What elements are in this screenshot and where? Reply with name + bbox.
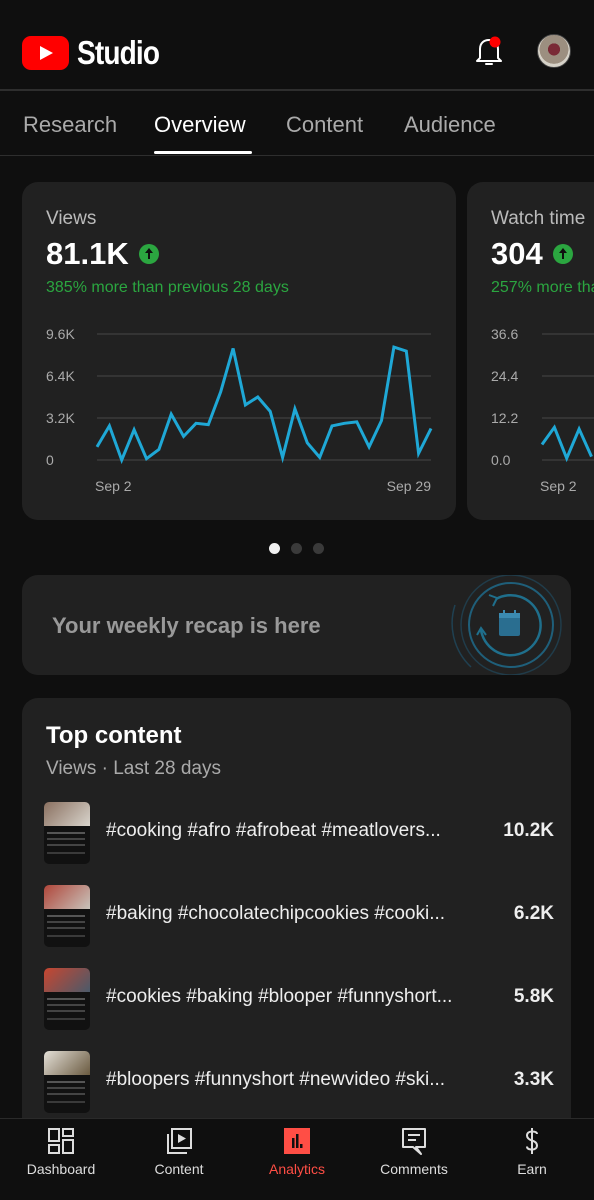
top-content-item[interactable]: #cooking #afro #afrobeat #meatlovers... … bbox=[44, 802, 554, 864]
y-tick-label: 6.4K bbox=[46, 368, 75, 384]
x-tick-label: Sep 2 bbox=[95, 478, 132, 494]
logo-text: Studio bbox=[77, 34, 160, 71]
active-tab-indicator bbox=[154, 151, 252, 154]
tab-content[interactable]: Content bbox=[286, 112, 363, 138]
video-title: #cooking #afro #afrobeat #meatlovers... bbox=[106, 820, 441, 841]
bottom-navigation: Dashboard Content Analytics Comments Ear… bbox=[0, 1118, 594, 1200]
recap-text: Your weekly recap is here bbox=[52, 613, 321, 638]
video-title: #cookies #baking #blooper #funnyshort... bbox=[106, 986, 453, 1007]
watch-time-line-chart: 0.0 12.2 24.4 36.6 Sep 2 bbox=[491, 326, 594, 494]
carousel-dot[interactable] bbox=[269, 543, 280, 554]
x-tick-label: Sep 2 bbox=[540, 478, 577, 494]
nav-analytics[interactable]: Analytics bbox=[242, 1127, 352, 1177]
nav-dashboard[interactable]: Dashboard bbox=[6, 1127, 116, 1177]
carousel-pagination bbox=[269, 543, 324, 554]
series-line bbox=[95, 345, 433, 465]
dashboard-icon bbox=[48, 1128, 74, 1154]
video-views: 5.8K bbox=[513, 986, 554, 1007]
account-avatar[interactable] bbox=[537, 34, 571, 68]
top-content-item[interactable]: #baking #chocolatechipcookies #cooki... … bbox=[44, 885, 554, 947]
video-thumbnail bbox=[44, 802, 90, 864]
tab-overview[interactable]: Overview bbox=[154, 112, 246, 138]
dollar-icon bbox=[525, 1128, 539, 1154]
tab-research[interactable]: Research bbox=[23, 112, 117, 138]
top-content-item[interactable]: #cookies #baking #blooper #funnyshort...… bbox=[44, 968, 554, 1030]
video-title: #baking #chocolatechipcookies #cooki... bbox=[106, 903, 446, 924]
y-tick-label: 24.4 bbox=[491, 368, 518, 384]
comments-icon bbox=[402, 1128, 426, 1155]
app-header: Studio bbox=[0, 0, 594, 90]
content-icon bbox=[167, 1128, 192, 1154]
analytics-tabs: Research Overview Content Audience bbox=[0, 100, 594, 156]
video-thumbnail bbox=[44, 885, 90, 947]
nav-label: Content bbox=[154, 1161, 204, 1177]
video-thumbnail bbox=[44, 1051, 90, 1113]
tab-audience[interactable]: Audience bbox=[404, 112, 496, 138]
nav-label: Analytics bbox=[268, 1161, 326, 1177]
metric-value-row: 81.1K bbox=[46, 236, 159, 272]
top-content-title: Top content bbox=[46, 722, 182, 749]
y-tick-label: 0.0 bbox=[491, 452, 511, 468]
weekly-recap-card[interactable]: Your weekly recap is here bbox=[22, 575, 571, 675]
tabs-divider bbox=[0, 155, 594, 156]
trend-up-icon bbox=[138, 244, 159, 264]
top-content-card: Top content Views · Last 28 days #cookin… bbox=[22, 698, 571, 1138]
series-line bbox=[540, 424, 593, 463]
video-title: #bloopers #funnyshort #newvideo #ski... bbox=[106, 1069, 446, 1090]
nav-comments[interactable]: Comments bbox=[359, 1127, 469, 1177]
metric-value-row: 304 bbox=[491, 236, 573, 272]
notification-dot bbox=[489, 36, 501, 48]
youtube-play-icon bbox=[22, 36, 69, 70]
y-tick-label: 12.2 bbox=[491, 410, 518, 426]
metric-change: 257% more than previous 28 days bbox=[491, 279, 594, 296]
y-tick-label: 3.2K bbox=[46, 410, 75, 426]
metric-title: Views bbox=[46, 208, 97, 229]
top-content-subtitle: Views · Last 28 days bbox=[46, 758, 221, 779]
metric-value: 81.1K bbox=[46, 236, 129, 271]
youtube-studio-logo[interactable]: Studio bbox=[22, 34, 174, 72]
recap-calendar-icon bbox=[451, 575, 562, 675]
video-views: 3.3K bbox=[513, 1069, 554, 1090]
nav-label: Earn bbox=[517, 1161, 547, 1177]
views-line-chart: 0 3.2K 6.4K 9.6K Sep 2 Sep 29 bbox=[46, 326, 433, 494]
metric-title: Watch time bbox=[491, 208, 586, 229]
metric-change: 385% more than previous 28 days bbox=[46, 279, 289, 296]
views-metric-card[interactable]: Views 81.1K 385% more than previous 28 d… bbox=[22, 182, 456, 520]
trend-up-icon bbox=[552, 244, 573, 264]
analytics-icon bbox=[284, 1128, 310, 1154]
watch-time-metric-card[interactable]: Watch time 304 257% more than previous 2… bbox=[467, 182, 594, 520]
video-thumbnail bbox=[44, 968, 90, 1030]
video-views: 10.2K bbox=[503, 820, 554, 841]
y-tick-label: 36.6 bbox=[491, 326, 518, 342]
y-tick-label: 0 bbox=[46, 452, 54, 468]
carousel-dot[interactable] bbox=[313, 543, 324, 554]
header-divider bbox=[0, 89, 594, 91]
nav-label: Dashboard bbox=[26, 1161, 96, 1177]
nav-label: Comments bbox=[380, 1161, 448, 1177]
x-tick-label: Sep 29 bbox=[387, 478, 432, 494]
y-tick-label: 9.6K bbox=[46, 326, 75, 342]
metric-value: 304 bbox=[491, 236, 543, 271]
top-content-item[interactable]: #bloopers #funnyshort #newvideo #ski... … bbox=[44, 1051, 554, 1113]
carousel-dot[interactable] bbox=[291, 543, 302, 554]
nav-earn[interactable]: Earn bbox=[477, 1127, 587, 1177]
notifications-bell-icon[interactable] bbox=[474, 34, 504, 68]
nav-content[interactable]: Content bbox=[124, 1127, 234, 1177]
video-views: 6.2K bbox=[513, 903, 554, 924]
